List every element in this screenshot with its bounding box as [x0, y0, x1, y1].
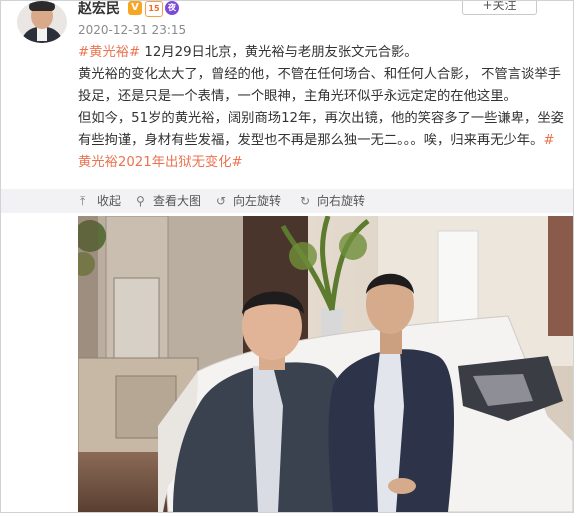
post-text: 12月29日北京，黄光裕与老朋友张文元合影。: [140, 45, 418, 60]
photo-illustration: [78, 216, 573, 512]
collapse-icon: ⤒: [80, 194, 86, 208]
avatar-shirt: [37, 27, 47, 41]
post-paragraph-3: 但如今，51岁的黄光裕，阔别商场12年，再次出镜，他的笑容多了一些谦卑，坐姿有些…: [78, 108, 564, 174]
rotate-left-button[interactable]: ↺ 向左旋转: [216, 189, 281, 213]
verified-badge: V: [128, 1, 142, 15]
image-toolbar: ⤒ 收起 ⚲ 查看大图 ↺ 向左旋转 ↻ 向右旋转: [1, 189, 573, 213]
collapse-button[interactable]: ⤒ 收起: [80, 189, 121, 213]
rotate-right-icon: ↻: [300, 194, 311, 208]
night-badge: 夜: [165, 1, 179, 15]
level-badge: 15: [145, 1, 163, 17]
view-large-label: 查看大图: [153, 194, 202, 208]
rotate-right-label: 向右旋转: [317, 194, 366, 208]
post-body: #黄光裕# 12月29日北京，黄光裕与老朋友张文元合影。 黄光裕的变化太大了，曾…: [78, 42, 564, 174]
post-header: 赵宏民 V 15 夜 2020-12-31 23:15 +关注: [1, 1, 573, 47]
follow-button[interactable]: +关注: [462, 1, 537, 15]
post-line-1: #黄光裕# 12月29日北京，黄光裕与老朋友张文元合影。: [78, 42, 564, 64]
rotate-left-icon: ↺: [216, 194, 227, 208]
post-timestamp[interactable]: 2020-12-31 23:15: [78, 23, 186, 37]
post-paragraph-2: 黄光裕的变化太大了，曾经的他，不管在任何场合、和任何人合影， 不管言谈举手投足，…: [78, 67, 561, 104]
weibo-post-card: 赵宏民 V 15 夜 2020-12-31 23:15 +关注 #黄光裕# 12…: [0, 0, 574, 513]
post-text: 但如今，51岁的黄光裕，阔别商场12年，再次出镜，他的笑容多了一些谦卑，坐姿有些…: [78, 111, 564, 148]
rotate-left-label: 向左旋转: [233, 194, 282, 208]
hashtag-link[interactable]: #黄光裕#: [78, 45, 140, 60]
post-photo[interactable]: [78, 216, 573, 512]
view-large-button[interactable]: ⚲ 查看大图: [136, 189, 201, 213]
search-icon: ⚲: [136, 194, 145, 208]
username[interactable]: 赵宏民: [78, 1, 120, 18]
collapse-label: 收起: [97, 194, 122, 208]
rotate-right-button[interactable]: ↻ 向右旋转: [300, 189, 365, 213]
avatar-hair: [29, 1, 55, 11]
avatar[interactable]: [17, 1, 67, 43]
